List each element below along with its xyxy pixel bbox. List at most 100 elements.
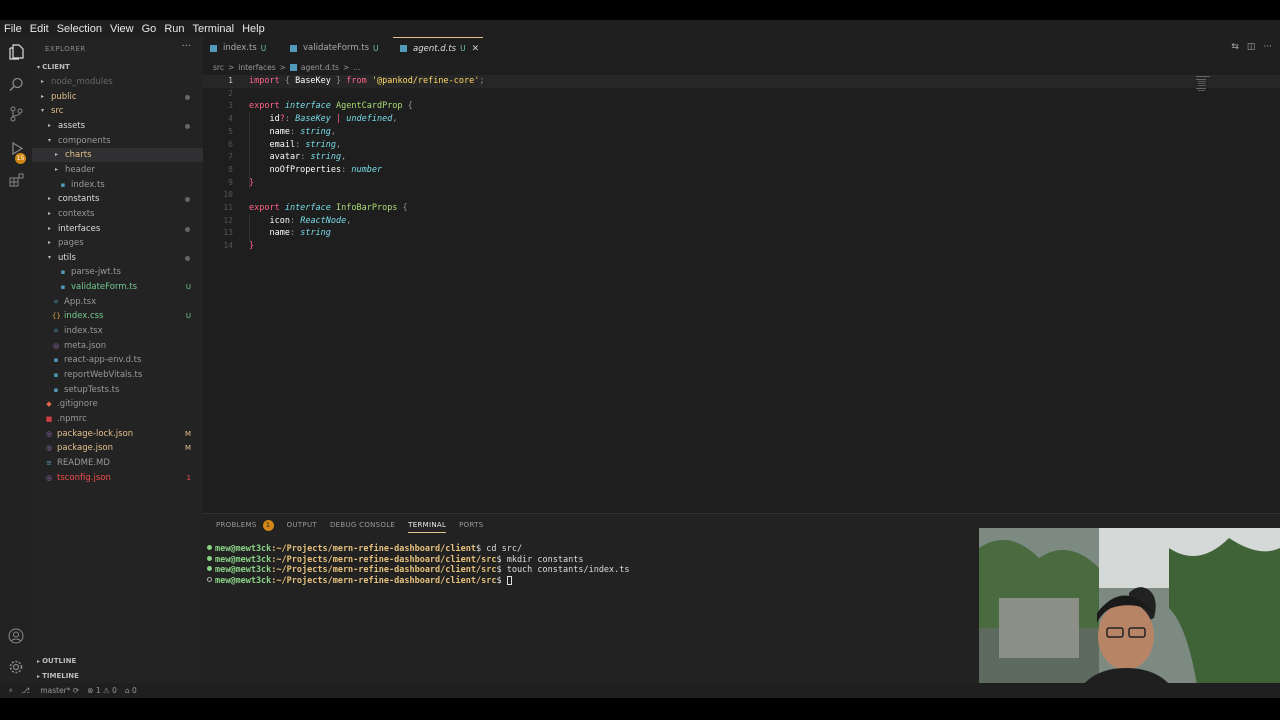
code-token: : [289,228,301,239]
tree-item-label: pages [58,238,84,249]
explorer-root[interactable]: ▾ CLIENT [37,63,70,71]
folder-item[interactable]: ▾ utils [32,251,203,265]
code-line: 8 noOfProperties: number [203,164,1280,177]
breadcrumb-item[interactable]: ... [353,63,360,72]
tab-agent-d-ts[interactable]: agent.d.ts U ✕ [393,37,483,59]
branch-label: master* [40,686,71,695]
breadcrumb-item[interactable]: interfaces [238,63,275,72]
folder-item[interactable]: ▸ interfaces [32,222,203,236]
folder-item[interactable]: ▸ node_modules [32,75,203,89]
tree-item-label: node_modules [51,77,113,87]
folder-item[interactable]: ▾ components [32,134,203,148]
tab-validateForm-ts[interactable]: validateForm.ts U [283,37,387,59]
tab-label: validateForm.ts [303,43,370,53]
file-item[interactable]: ▪ setupTests.ts [32,383,203,397]
tree-item-label: .gitignore [57,399,98,410]
file-item[interactable]: ◎ package-lock.json M [32,427,203,441]
file-item[interactable]: {} index.css U [32,309,203,323]
menu-view[interactable]: View [110,23,134,35]
compare-icon[interactable]: ⇆ [1231,42,1239,52]
file-item[interactable]: ▪ parse-jwt.ts [32,265,203,279]
file-item[interactable]: ⚛ index.tsx [32,324,203,338]
code-text: } [249,240,254,253]
folder-item[interactable]: ▸ pages [32,236,203,250]
problems-indicator[interactable]: ⊗ 1 ⚠ 0 [87,686,117,695]
ts-file-icon [400,45,407,52]
panel-tab-output[interactable]: OUTPUT [287,521,317,529]
breadcrumb-item[interactable]: src [213,63,224,72]
run-debug-icon[interactable] [7,139,25,157]
webcam-overlay [979,528,1280,698]
menu-run[interactable]: Run [164,23,184,35]
code-line: 11 export interface InfoBarProps { [203,202,1280,215]
extensions-icon[interactable] [7,171,25,189]
code-editor[interactable]: 1 import { BaseKey } from '@pankod/refine… [203,75,1280,513]
code-token: avatar [249,152,301,163]
source-control-icon[interactable] [7,105,25,123]
menu-file[interactable]: File [4,23,22,35]
code-text: export interface InfoBarProps { [249,202,408,215]
file-item[interactable]: ▪ validateForm.ts U [32,280,203,294]
menu-terminal[interactable]: Terminal [193,23,235,35]
menu-edit[interactable]: Edit [30,23,49,35]
minimap[interactable] [1196,75,1216,95]
close-icon[interactable]: ✕ [472,44,480,54]
gear-icon[interactable] [7,658,25,676]
file-item[interactable]: ▪ index.ts [32,178,203,192]
file-item[interactable]: ▪ reportWebVitals.ts [32,368,203,382]
folder-item[interactable]: ▸ constants [32,192,203,206]
panel-tab-ports[interactable]: PORTS [459,521,483,529]
search-icon[interactable] [7,75,25,93]
folder-item[interactable]: ▸ header [32,163,203,177]
file-item[interactable]: ◎ tsconfig.json 1 [32,471,203,485]
tree-item-label: react-app-env.d.ts [64,355,142,366]
outline-section[interactable]: ▸ OUTLINE [37,657,76,665]
breadcrumb-item[interactable]: agent.d.ts [301,63,339,72]
file-item[interactable]: ⚛ App.tsx [32,295,203,309]
files-icon[interactable] [7,43,25,61]
menu-help[interactable]: Help [242,23,265,35]
folder-item[interactable]: ▾ src [32,104,203,118]
tree-item-label: assets [58,120,86,131]
folder-item[interactable]: ▸ assets [32,119,203,133]
menu-selection[interactable]: Selection [57,23,102,35]
menu-go[interactable]: Go [142,23,157,35]
line-number: 6 [228,139,233,149]
file-item[interactable]: ▪ react-app-env.d.ts [32,353,203,367]
panel-tab-problems[interactable]: PROBLEMS 1 [216,519,274,531]
file-item[interactable]: ■ .npmrc [32,412,203,426]
git-status-badge: U [185,312,191,321]
code-token: name [249,126,290,137]
more-actions-icon[interactable]: ··· [1263,42,1272,52]
code-token: ReactNode [300,215,347,226]
code-token: interface [284,203,337,213]
panel-tab-terminal[interactable]: TERMINAL [408,521,447,533]
account-icon[interactable] [7,627,25,645]
explorer-more-icon[interactable]: ··· [181,41,191,52]
file-item[interactable]: ◎ package.json M [32,441,203,455]
panel-tab-debug-console[interactable]: DEBUG CONSOLE [330,521,395,529]
code-token: string [300,228,331,239]
file-item[interactable]: ◎ meta.json [32,339,203,353]
file-item[interactable]: ≡ README.MD [32,456,203,470]
folder-item[interactable]: ▸ public [32,90,203,104]
tree-item-label: README.MD [57,457,110,468]
ts-file-icon: ▪ [53,371,59,379]
remote-icon[interactable]: ⚡ [8,686,13,695]
branch-indicator[interactable]: ⎇ master* ⟳ [21,686,79,695]
code-token: , [346,215,352,226]
git-status-badge: U [260,43,267,53]
folder-item[interactable]: ▸ contexts [32,207,203,221]
tab-index-ts[interactable]: index.ts U [203,37,277,59]
split-editor-icon[interactable]: ◫ [1247,42,1256,52]
terminal-cmd: $ touch constants/index.ts [496,565,630,575]
folder-item[interactable]: ▸ charts [32,148,203,163]
ports-indicator[interactable]: ⌂ 0 [125,686,137,695]
timeline-section[interactable]: ▸ TIMELINE [37,672,79,680]
terminal-cursor[interactable] [506,575,512,585]
tree-item-label: package-lock.json [57,428,134,439]
code-token: , [330,126,337,137]
code-token: , [341,152,347,163]
tree-item-label: App.tsx [64,296,97,307]
file-item[interactable]: ◆ .gitignore [32,397,203,411]
